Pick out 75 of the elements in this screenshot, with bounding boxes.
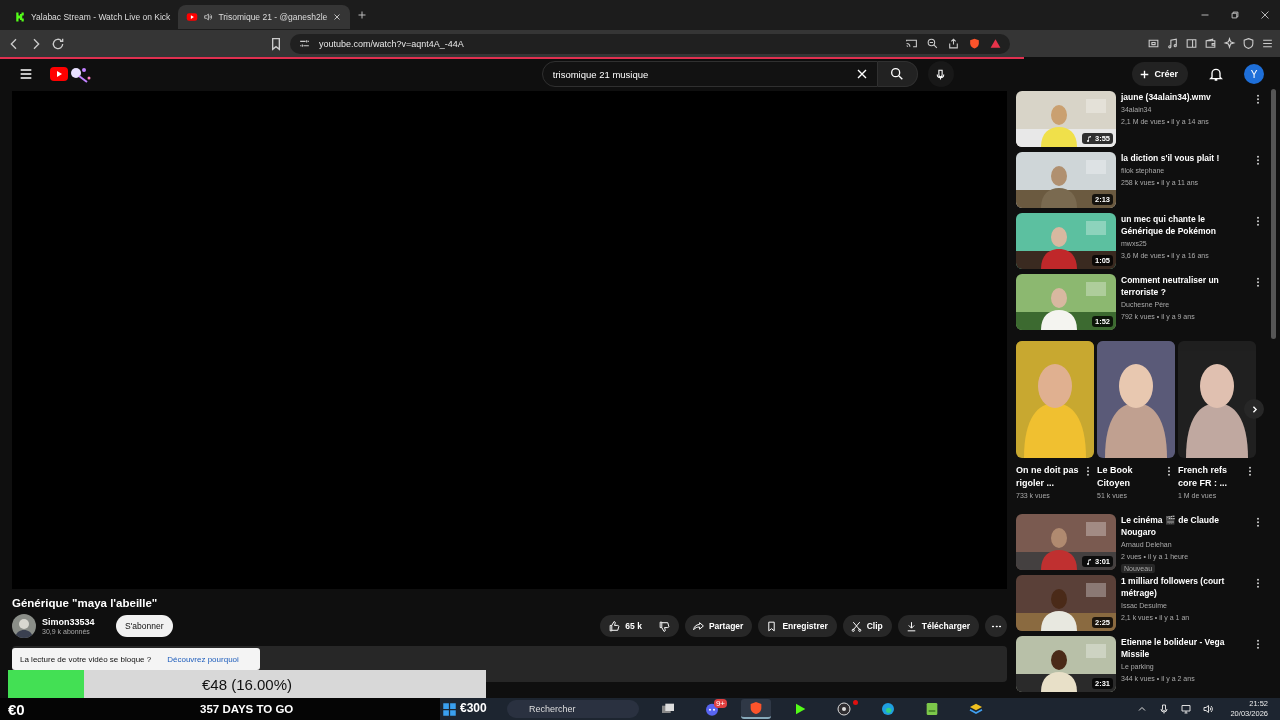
learn-why-link[interactable]: Découvrez pourquoi bbox=[167, 654, 239, 664]
zoom-icon[interactable] bbox=[926, 37, 939, 50]
goal-target: €300 bbox=[460, 701, 487, 715]
discord-app-button[interactable]: 9+ bbox=[697, 699, 727, 719]
short-title[interactable]: French refs core FR : ... bbox=[1178, 464, 1242, 490]
video-title[interactable]: 1 milliard followers (court métrage) bbox=[1121, 575, 1247, 599]
taskbar-search-field[interactable]: Rechercher bbox=[507, 700, 639, 718]
lion-shield-icon[interactable] bbox=[968, 37, 981, 50]
save-button[interactable]: Enregistrer bbox=[758, 615, 837, 637]
share-icon[interactable] bbox=[947, 37, 960, 50]
voice-search-button[interactable] bbox=[927, 61, 954, 87]
thumbs-down-icon[interactable] bbox=[657, 619, 671, 633]
start-icon[interactable] bbox=[442, 701, 457, 717]
notice-text: La lecture de votre vidéo se bloque ? bbox=[20, 654, 152, 664]
short-title[interactable]: Le Book Citoyen bbox=[1097, 464, 1161, 490]
video-title: Générique "maya l'abeille" bbox=[12, 597, 159, 609]
tab-title: Trisomique 21 - @ganesh2le bbox=[218, 12, 328, 22]
wallet-icon[interactable] bbox=[1204, 37, 1217, 50]
browser-tab[interactable]: Trisomique 21 - @ganesh2le bbox=[178, 5, 351, 29]
sparkle-icon[interactable] bbox=[1223, 37, 1236, 50]
video-title[interactable]: un mec qui chante le Générique de Pokémon bbox=[1121, 213, 1247, 237]
create-button[interactable]: Créer bbox=[1131, 62, 1188, 86]
cast-icon[interactable] bbox=[905, 37, 918, 50]
record-circle-icon[interactable] bbox=[836, 701, 852, 717]
thumbs-up-icon[interactable] bbox=[608, 619, 622, 633]
youtube-logo-icon bbox=[186, 11, 199, 23]
screenshot-icon[interactable] bbox=[1147, 37, 1160, 50]
browser-swirl-icon[interactable] bbox=[880, 701, 896, 717]
share-button[interactable]: Partager bbox=[684, 615, 753, 637]
video-title[interactable]: jaune (34alain34).wmv bbox=[1121, 91, 1247, 103]
kick-logo-icon bbox=[14, 11, 26, 23]
new-tab-icon[interactable] bbox=[356, 9, 369, 21]
video-title[interactable]: Comment neutraliser un terroriste ? bbox=[1121, 274, 1247, 298]
monitor-icon[interactable] bbox=[1180, 703, 1193, 715]
account-avatar[interactable]: Y bbox=[1244, 64, 1264, 84]
share-arrow-icon[interactable] bbox=[691, 619, 705, 633]
video-title[interactable]: la diction s'il vous plait ! bbox=[1121, 152, 1247, 164]
layers-icon[interactable] bbox=[968, 701, 984, 717]
menu-icon[interactable] bbox=[18, 66, 34, 82]
video-title[interactable]: Etienne le bolideur - Vega Missile bbox=[1121, 636, 1247, 660]
close-tab-icon[interactable] bbox=[332, 12, 343, 22]
speaker-icon[interactable] bbox=[203, 12, 214, 22]
download-button[interactable]: Télécharger bbox=[897, 615, 979, 637]
tab-title: Yalabac Stream - Watch Live on Kick bbox=[31, 12, 171, 22]
notepad-icon[interactable] bbox=[924, 701, 940, 717]
menu-icon[interactable] bbox=[1261, 37, 1274, 50]
browser-tab[interactable]: Yalabac Stream - Watch Live on Kick bbox=[6, 5, 179, 29]
scissors-icon[interactable] bbox=[849, 619, 863, 633]
music-note-icon bbox=[1085, 134, 1093, 143]
search-button[interactable] bbox=[877, 61, 918, 87]
subscribe-button[interactable]: S'abonner bbox=[116, 615, 173, 637]
shield-icon[interactable] bbox=[1242, 37, 1255, 50]
channel-avatar[interactable] bbox=[12, 614, 36, 638]
donation-amount: €48 (16.00%) bbox=[201, 675, 293, 693]
video-title[interactable]: Le cinéma 🎬 de Claude Nougaro bbox=[1121, 514, 1247, 538]
music-note-icon bbox=[1085, 557, 1093, 566]
lion-shield-icon[interactable] bbox=[748, 700, 764, 716]
search-field[interactable]: trisomique 21 musique bbox=[541, 61, 878, 87]
goal-start: €0 bbox=[8, 700, 26, 718]
scrollbar-thumb[interactable] bbox=[1271, 89, 1276, 339]
speaker-icon[interactable] bbox=[1202, 703, 1215, 715]
notifications-icon[interactable] bbox=[1208, 66, 1224, 82]
restore-icon[interactable] bbox=[1228, 8, 1242, 22]
clip-button[interactable]: Clip bbox=[842, 615, 892, 637]
address-bar[interactable]: youtube.com/watch?v=aqnt4A_-44A bbox=[290, 33, 1010, 54]
days-remaining: 357 DAYS TO GO bbox=[200, 703, 294, 715]
short-title[interactable]: On ne doit pas rigoler ... bbox=[1016, 464, 1080, 490]
sidebar-icon[interactable] bbox=[1185, 37, 1198, 50]
music-icon[interactable] bbox=[1166, 37, 1179, 50]
microphone-icon[interactable] bbox=[1158, 703, 1171, 715]
notification-badge: 9+ bbox=[713, 699, 727, 708]
brave-app-button[interactable] bbox=[741, 699, 771, 719]
channel-name[interactable]: Simon33534 bbox=[42, 617, 110, 627]
triangle-icon[interactable] bbox=[989, 37, 1002, 50]
site-settings-icon[interactable] bbox=[298, 37, 311, 50]
